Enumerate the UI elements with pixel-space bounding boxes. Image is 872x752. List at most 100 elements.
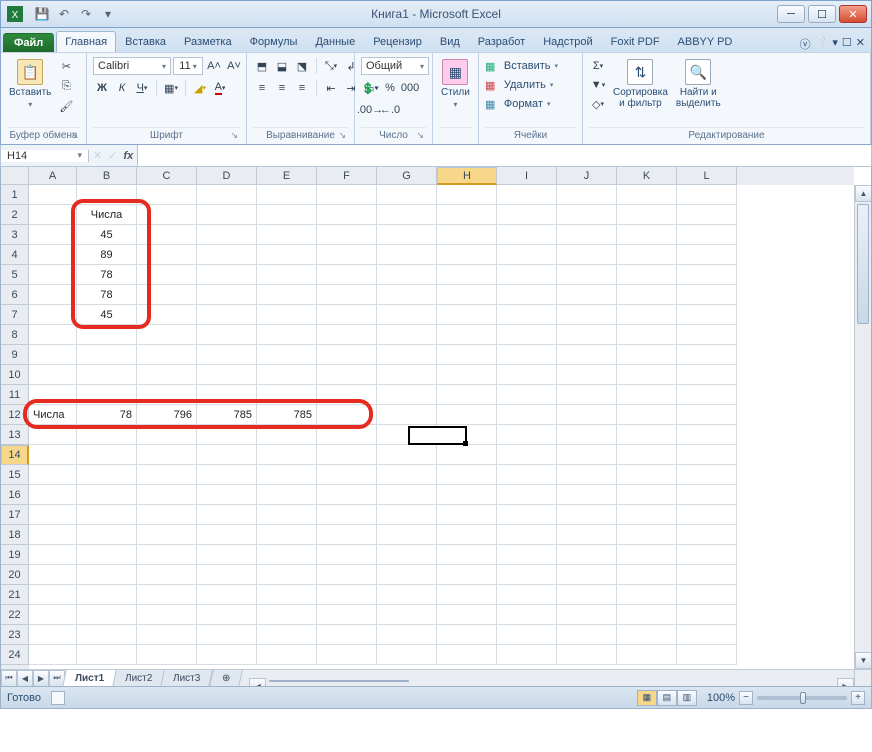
cell[interactable] xyxy=(677,445,737,465)
cell[interactable] xyxy=(137,645,197,665)
cell[interactable] xyxy=(497,245,557,265)
hscroll-thumb[interactable] xyxy=(269,680,409,682)
cell[interactable] xyxy=(557,205,617,225)
cell[interactable] xyxy=(257,465,317,485)
cell[interactable] xyxy=(317,605,377,625)
cell[interactable] xyxy=(437,285,497,305)
cell[interactable] xyxy=(137,505,197,525)
cell[interactable] xyxy=(497,385,557,405)
cell[interactable] xyxy=(29,185,77,205)
fx-cancel-icon[interactable]: ✕ xyxy=(93,149,102,162)
cell[interactable] xyxy=(77,465,137,485)
tab-разметка[interactable]: Разметка xyxy=(175,31,241,52)
cells-area[interactable]: Числа4589787845Числа78796785785 xyxy=(29,185,854,669)
cell[interactable] xyxy=(677,365,737,385)
tab-формулы[interactable]: Формулы xyxy=(241,31,307,52)
cell[interactable] xyxy=(557,585,617,605)
cell[interactable]: 78 xyxy=(77,405,137,425)
cell[interactable] xyxy=(77,645,137,665)
cell[interactable] xyxy=(437,605,497,625)
column-header[interactable]: G xyxy=(377,167,437,185)
tab-abbyy pd[interactable]: ABBYY PD xyxy=(669,31,742,52)
tab-разработ[interactable]: Разработ xyxy=(469,31,534,52)
column-header[interactable]: L xyxy=(677,167,737,185)
percent-icon[interactable]: % xyxy=(381,79,399,97)
cell[interactable] xyxy=(257,605,317,625)
cell[interactable] xyxy=(437,405,497,425)
cell[interactable] xyxy=(197,265,257,285)
cell[interactable] xyxy=(437,325,497,345)
cell[interactable] xyxy=(197,465,257,485)
new-sheet-button[interactable]: ⊕ xyxy=(209,670,243,687)
cell[interactable] xyxy=(317,425,377,445)
row-header[interactable]: 2 xyxy=(1,205,29,225)
cell[interactable] xyxy=(377,605,437,625)
find-select-button[interactable]: 🔍 Найти и выделить xyxy=(674,57,723,111)
cell[interactable] xyxy=(617,445,677,465)
cell[interactable] xyxy=(557,605,617,625)
cell[interactable] xyxy=(497,645,557,665)
cell[interactable] xyxy=(29,385,77,405)
cell[interactable] xyxy=(677,285,737,305)
cell[interactable] xyxy=(257,425,317,445)
cell[interactable] xyxy=(257,545,317,565)
insert-cells-button[interactable]: ▦ Вставить▾ xyxy=(485,57,558,75)
cell[interactable] xyxy=(197,605,257,625)
cell[interactable] xyxy=(557,345,617,365)
close-button[interactable]: ✕ xyxy=(839,5,867,23)
cell[interactable] xyxy=(137,205,197,225)
cell[interactable] xyxy=(677,645,737,665)
cell[interactable] xyxy=(617,245,677,265)
cell[interactable] xyxy=(29,225,77,245)
cell[interactable] xyxy=(137,345,197,365)
cell[interactable] xyxy=(497,185,557,205)
cell[interactable] xyxy=(29,425,77,445)
cell[interactable] xyxy=(617,525,677,545)
view-layout-icon[interactable]: ▤ xyxy=(657,690,677,706)
cell[interactable] xyxy=(377,265,437,285)
cell[interactable] xyxy=(437,265,497,285)
cell[interactable] xyxy=(317,505,377,525)
column-header[interactable]: E xyxy=(257,167,317,185)
cell[interactable] xyxy=(137,565,197,585)
cell[interactable] xyxy=(29,565,77,585)
cell[interactable] xyxy=(257,365,317,385)
sort-filter-button[interactable]: ⇅ Сортировка и фильтр xyxy=(611,57,670,111)
cell[interactable] xyxy=(137,425,197,445)
row-header[interactable]: 13 xyxy=(1,425,29,445)
row-header[interactable]: 12 xyxy=(1,405,29,425)
align-center-icon[interactable]: ≡ xyxy=(273,79,291,97)
cell[interactable] xyxy=(497,545,557,565)
cell[interactable] xyxy=(617,505,677,525)
tab-file[interactable]: Файл xyxy=(3,33,54,52)
cell[interactable] xyxy=(197,565,257,585)
cell[interactable] xyxy=(29,305,77,325)
fill-color-icon[interactable]: ◢▾ xyxy=(191,79,209,97)
cell[interactable] xyxy=(557,525,617,545)
sheet-tab[interactable]: Лист1 xyxy=(62,670,117,687)
cell[interactable] xyxy=(257,265,317,285)
cell[interactable] xyxy=(317,265,377,285)
delete-cells-button[interactable]: ▦ Удалить▾ xyxy=(485,76,553,94)
cell[interactable] xyxy=(257,185,317,205)
column-header[interactable]: H xyxy=(437,167,497,185)
cell[interactable] xyxy=(377,345,437,365)
cell[interactable] xyxy=(557,565,617,585)
cell[interactable] xyxy=(677,585,737,605)
cell[interactable] xyxy=(137,545,197,565)
cell[interactable] xyxy=(77,485,137,505)
cell[interactable] xyxy=(377,385,437,405)
cell[interactable] xyxy=(617,605,677,625)
row-header[interactable]: 21 xyxy=(1,585,29,605)
number-launcher-icon[interactable]: ↘ xyxy=(416,130,424,141)
maximize-button[interactable]: ☐ xyxy=(808,5,836,23)
cell[interactable] xyxy=(437,345,497,365)
cell[interactable] xyxy=(497,265,557,285)
cell[interactable] xyxy=(257,525,317,545)
cell[interactable] xyxy=(29,545,77,565)
zoom-out-button[interactable]: − xyxy=(739,691,753,705)
cell[interactable] xyxy=(197,305,257,325)
cell[interactable] xyxy=(437,425,497,445)
cell[interactable] xyxy=(497,485,557,505)
cell[interactable] xyxy=(137,285,197,305)
